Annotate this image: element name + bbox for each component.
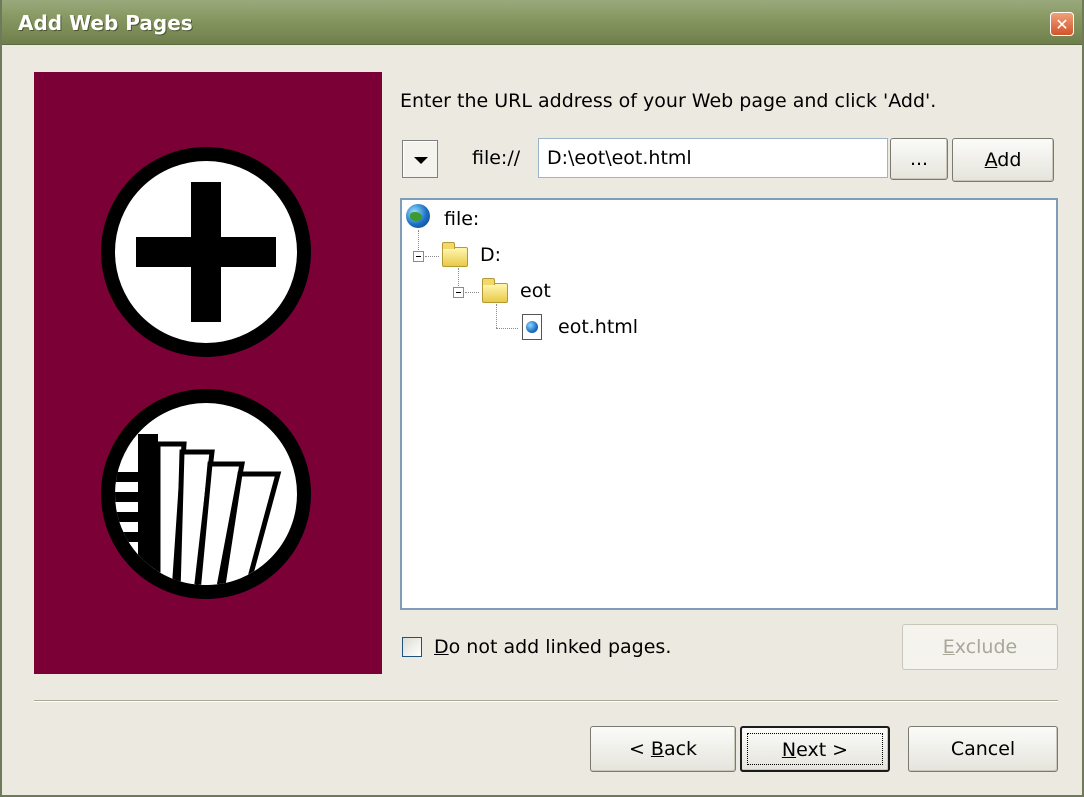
tree-line (465, 292, 479, 293)
wizard-illustration (101, 147, 311, 599)
tree-line (496, 304, 497, 328)
title-bar[interactable]: Add Web Pages ✕ (2, 0, 1082, 45)
add-web-pages-dialog: Add Web Pages ✕ Enter the URL address of… (0, 0, 1084, 797)
globe-icon (406, 204, 430, 228)
footer-separator (34, 700, 1058, 702)
tree-node-folder[interactable]: eot (520, 280, 551, 302)
tree-line (425, 256, 439, 257)
no-linked-pages-label[interactable]: Do not add linked pages. (434, 636, 671, 658)
pages-circle-icon (101, 389, 311, 599)
close-button[interactable]: ✕ (1050, 12, 1074, 36)
tree-node-drive[interactable]: D: (480, 244, 501, 266)
focus-ring (747, 733, 883, 765)
wizard-side-panel (34, 72, 382, 674)
no-linked-pages-checkbox[interactable] (402, 637, 422, 657)
add-circle-icon (101, 147, 311, 357)
scheme-dropdown-button[interactable] (402, 140, 438, 178)
exclude-button[interactable]: Exclude (902, 624, 1058, 670)
html-file-icon (522, 314, 542, 340)
folder-icon (442, 242, 468, 267)
tree-node-file[interactable]: eot.html (558, 316, 638, 338)
cancel-button[interactable]: Cancel (908, 726, 1058, 772)
back-button[interactable]: < Back (590, 726, 736, 772)
url-input[interactable]: D:\eot\eot.html (538, 138, 888, 178)
tree-node-file-root[interactable]: file: (444, 208, 479, 230)
scheme-label: file:// (472, 147, 521, 169)
page-tree[interactable]: file: D: eot eot.html (400, 198, 1058, 610)
folder-icon (482, 278, 508, 303)
tree-line (496, 328, 518, 329)
add-button[interactable]: Add (952, 138, 1054, 182)
url-instruction: Enter the URL address of your Web page a… (400, 90, 937, 112)
browse-button[interactable]: ... (890, 138, 948, 180)
window-title: Add Web Pages (18, 11, 193, 35)
collapse-icon[interactable] (413, 251, 424, 262)
next-button[interactable]: Next > (740, 726, 890, 772)
collapse-icon[interactable] (453, 287, 464, 298)
